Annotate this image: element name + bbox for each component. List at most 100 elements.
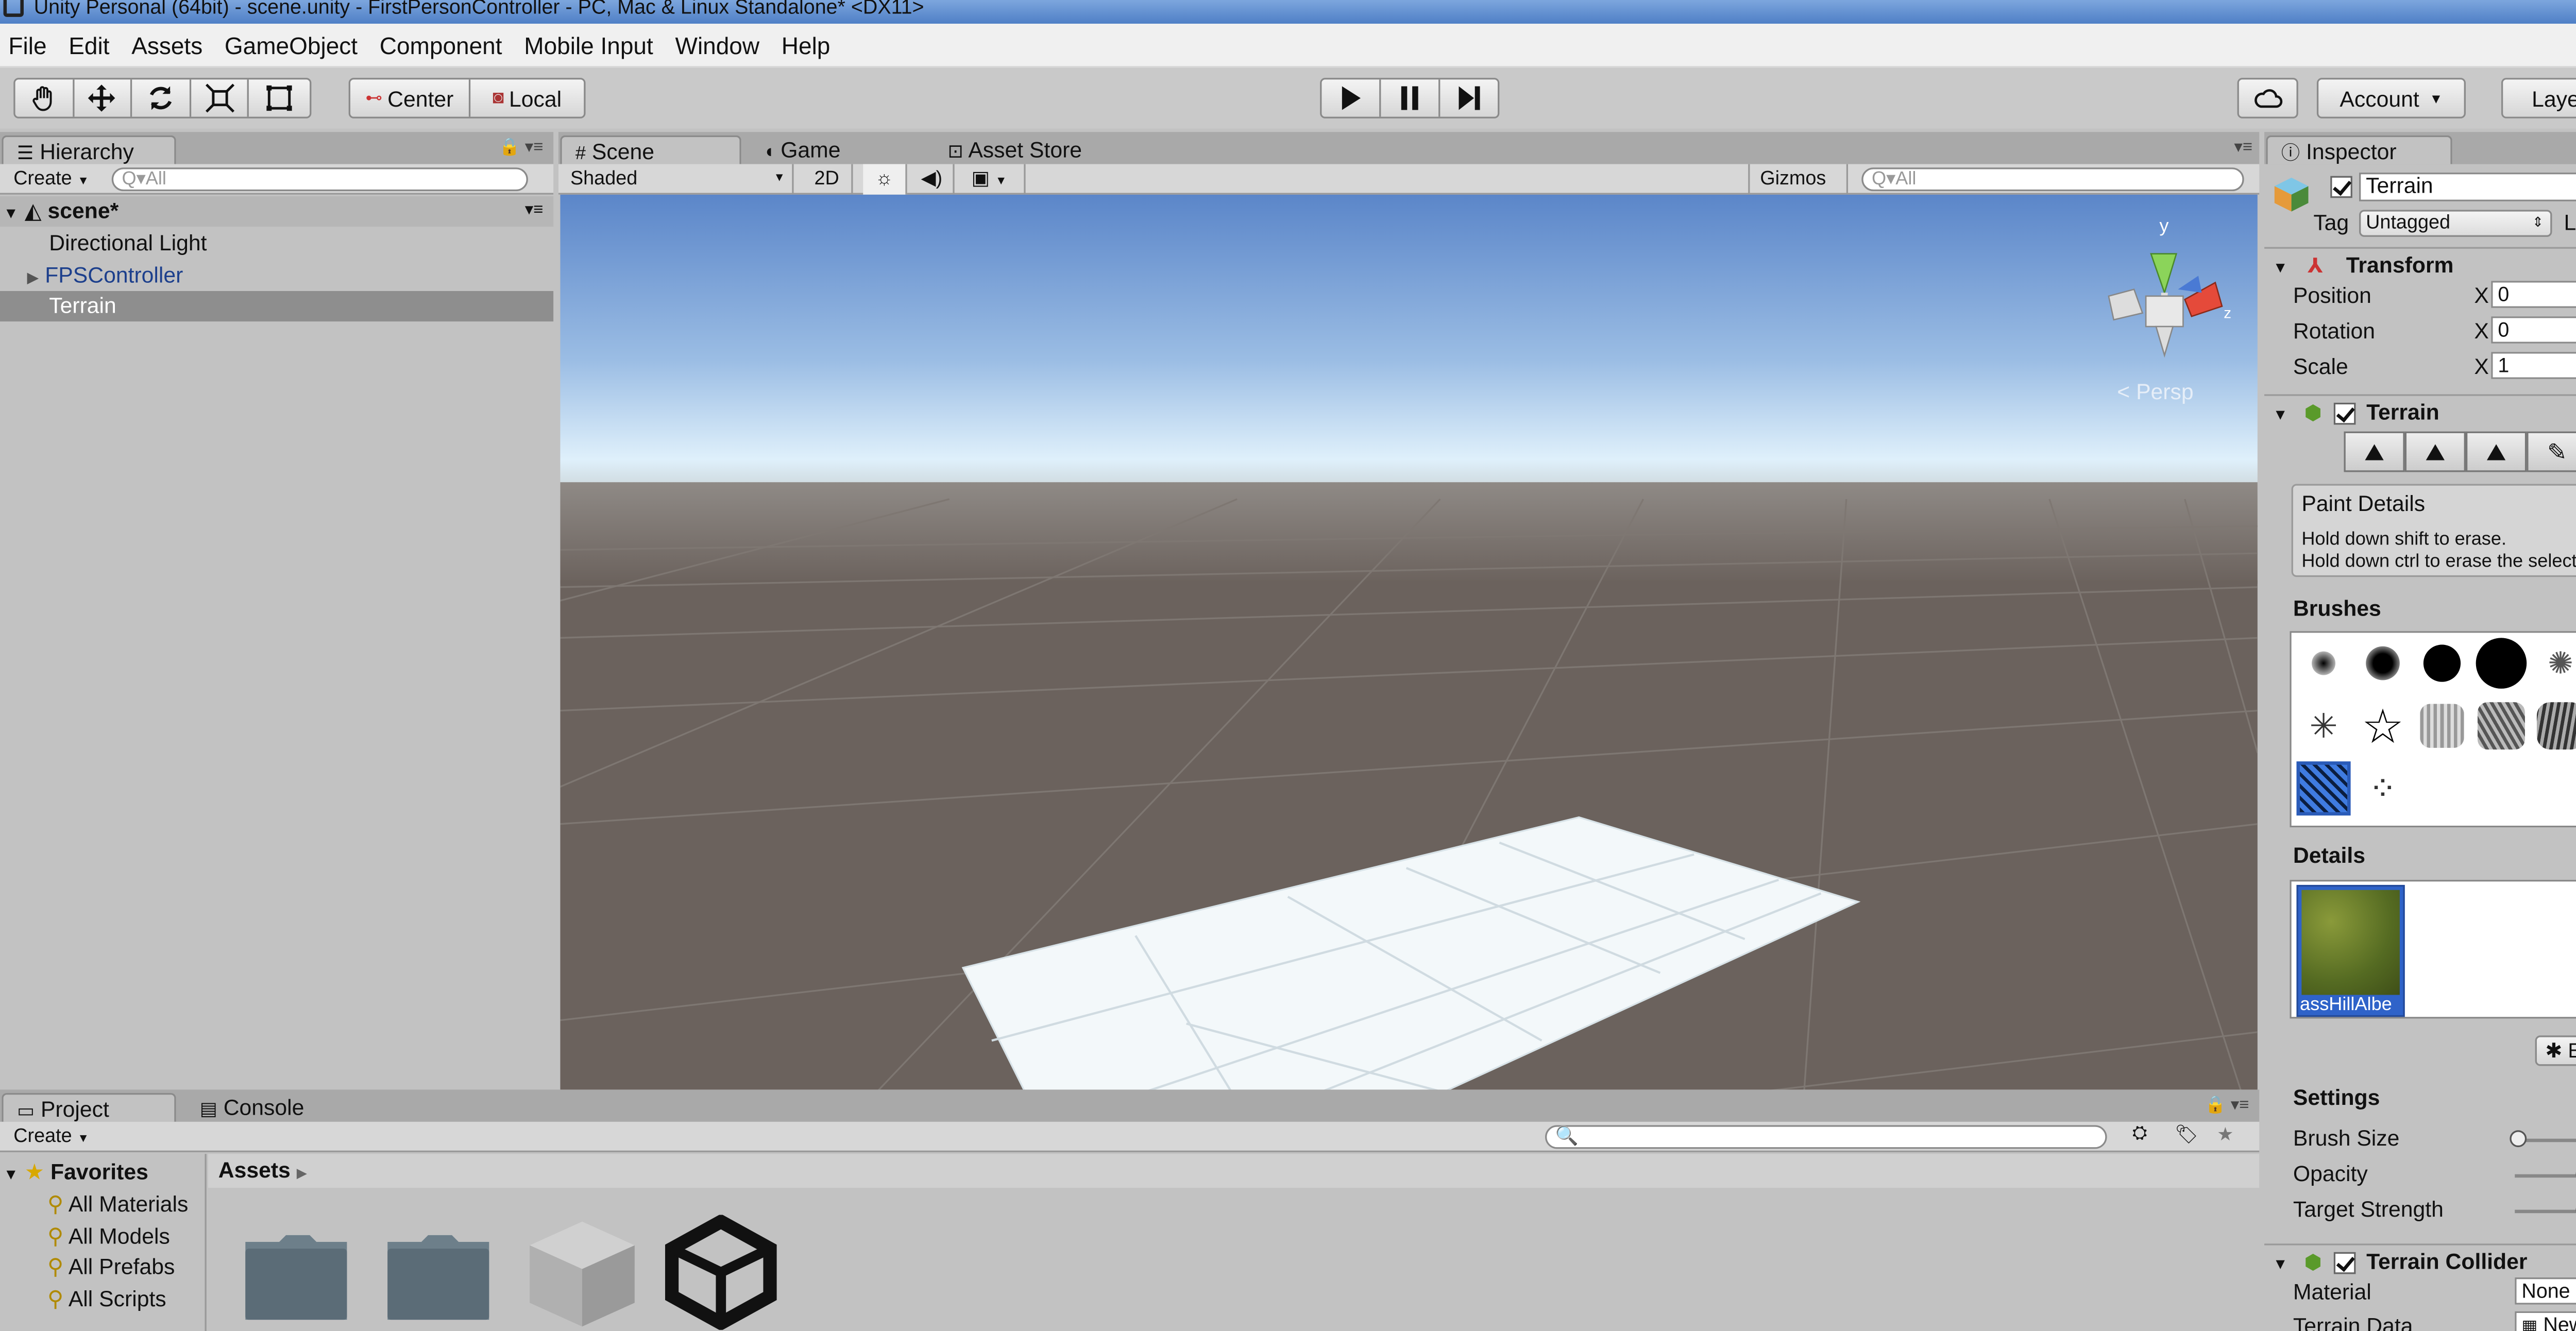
- hierarchy-create-button[interactable]: Create ▼: [7, 166, 96, 193]
- cloud-button[interactable]: [2237, 78, 2298, 118]
- gizmos-dropdown[interactable]: Gizmos ▼: [1748, 164, 1849, 218]
- collider-material-field[interactable]: None (Physi: [2515, 1277, 2576, 1305]
- brush-hard-medium[interactable]: [2415, 636, 2469, 690]
- brush-texture-2[interactable]: [2474, 699, 2528, 753]
- collider-terrain-data-field[interactable]: ▦ New Terra: [2515, 1311, 2576, 1331]
- pivot-local-toggle[interactable]: ◙ Local: [470, 79, 584, 116]
- hierarchy-search-input[interactable]: Q▾All: [111, 167, 528, 192]
- object-active-checkbox[interactable]: [2330, 176, 2352, 198]
- tag-dropdown[interactable]: Untagged ⇕: [2359, 210, 2552, 237]
- favorite-all-scripts[interactable]: ⚲ All Scripts: [47, 1284, 166, 1315]
- rotate-tool-button[interactable]: [132, 79, 191, 117]
- raise-lower-terrain-tool[interactable]: ⛰: [2344, 431, 2405, 472]
- brush-texture-1[interactable]: [2415, 699, 2469, 753]
- scene-render[interactable]: y z < Persp: [560, 194, 2258, 1211]
- shading-mode-dropdown[interactable]: Shaded ▼: [560, 164, 794, 195]
- rect-tool-button[interactable]: [249, 79, 310, 116]
- scene-audio-toggle[interactable]: ◀): [910, 164, 955, 195]
- tab-project[interactable]: ▭ Project: [2, 1093, 176, 1122]
- tab-console[interactable]: ▤ Console: [186, 1093, 317, 1122]
- menu-assets[interactable]: Assets: [123, 31, 216, 59]
- tab-hierarchy[interactable]: ☰ Hierarchy: [2, 135, 176, 164]
- favorites-header[interactable]: ▼ ★ Favorites: [4, 1157, 148, 1188]
- scene-tabbar: # Scene ◖ Game ⊡ Asset Store ▾≡: [558, 132, 2260, 164]
- favorite-all-prefabs[interactable]: ⚲ All Prefabs: [47, 1252, 175, 1283]
- favorite-all-materials[interactable]: ⚲ All Materials: [47, 1189, 188, 1220]
- brush-splatter[interactable]: ✺: [2533, 636, 2576, 690]
- mode-2d-toggle[interactable]: 2D: [802, 164, 853, 195]
- hand-tool-button[interactable]: [15, 79, 74, 117]
- smooth-height-tool[interactable]: ⛰: [2465, 431, 2527, 472]
- breadcrumb-assets[interactable]: Assets: [218, 1157, 291, 1183]
- search-by-type-icon[interactable]: ⛭: [2132, 1123, 2147, 1146]
- menu-edit[interactable]: Edit: [60, 31, 123, 59]
- paint-height-tool[interactable]: ⛰: [2404, 431, 2466, 472]
- move-tool-button[interactable]: [74, 79, 132, 117]
- menu-window[interactable]: Window: [667, 31, 773, 59]
- scene-options-icon[interactable]: ▾≡: [525, 196, 544, 227]
- scene-effects-dropdown[interactable]: ▣ ▼: [961, 164, 1026, 195]
- brush-burst[interactable]: ✳: [2296, 699, 2350, 753]
- opacity-slider-track[interactable]: [2515, 1174, 2576, 1178]
- brush-soft-small[interactable]: [2296, 636, 2350, 690]
- step-button[interactable]: [1439, 79, 1498, 116]
- sky-background: [560, 194, 2258, 496]
- asset-scene[interactable]: [665, 1214, 777, 1331]
- pause-button[interactable]: [1381, 79, 1440, 117]
- brush-scatter[interactable]: ⁘: [2355, 761, 2410, 815]
- asset-prefab[interactable]: [523, 1215, 641, 1331]
- detail-item-grass[interactable]: assHillAlbe: [2296, 884, 2405, 1017]
- hierarchy-item-fpscontroller[interactable]: ▶ FPSController: [0, 261, 553, 291]
- brush-hard-large[interactable]: [2474, 636, 2528, 690]
- panel-options-icon[interactable]: 🔒 ▾≡: [499, 139, 544, 157]
- asset-folder-1[interactable]: [242, 1232, 350, 1328]
- hierarchy-item-terrain[interactable]: Terrain: [0, 291, 554, 322]
- pivot-center-toggle[interactable]: ⊷ Center: [350, 79, 471, 117]
- panel-options-icon[interactable]: ▾≡: [2234, 139, 2252, 157]
- scene-viewport[interactable]: y z < Persp: [560, 194, 2258, 1211]
- menu-gameobject[interactable]: GameObject: [216, 31, 371, 59]
- favorite-all-models[interactable]: ⚲ All Models: [47, 1222, 170, 1252]
- scene-search-input[interactable]: Q▾All: [1861, 167, 2244, 192]
- tab-game[interactable]: ◖ Game: [750, 135, 854, 164]
- terrain-collider-component-header[interactable]: ▼ ⬢ Terrain Collider: [2264, 1243, 2576, 1277]
- project-create-button[interactable]: Create ▼: [7, 1123, 96, 1151]
- tab-inspector[interactable]: ⓘ Inspector: [2266, 135, 2452, 164]
- terrain-component-header[interactable]: ▼ ⬢ Terrain: [2264, 394, 2576, 428]
- hierarchy-item-directional-light[interactable]: Directional Light: [0, 228, 553, 259]
- transform-component-header[interactable]: ▼ ⅄ Transform: [2264, 247, 2576, 281]
- play-button[interactable]: [1321, 79, 1382, 117]
- terrain-collider-enabled-checkbox[interactable]: [2333, 1252, 2355, 1274]
- terrain-enabled-checkbox[interactable]: [2333, 402, 2355, 425]
- edit-details-button[interactable]: ✱ Edit Det: [2535, 1035, 2576, 1066]
- object-name-field[interactable]: Terrain: [2359, 173, 2576, 201]
- menu-component[interactable]: Component: [371, 31, 515, 59]
- brush-size-slider-thumb[interactable]: [2509, 1130, 2526, 1148]
- panel-options-icon[interactable]: 🔒 ▾≡: [2205, 1097, 2249, 1115]
- object-header: Terrain Tag Untagged ⇕ Layer: [2264, 169, 2576, 237]
- brush-soft-medium[interactable]: [2355, 636, 2410, 690]
- brush-selected[interactable]: [2296, 761, 2351, 816]
- account-dropdown[interactable]: Account ▼: [2316, 78, 2466, 118]
- layers-dropdown[interactable]: Layers ▼: [2501, 78, 2576, 118]
- tab-asset-store[interactable]: ⊡ Asset Store: [934, 135, 1095, 164]
- target-strength-slider-track[interactable]: [2515, 1209, 2576, 1214]
- project-search-input[interactable]: 🔍: [1545, 1125, 2107, 1149]
- brush-star[interactable]: ☆: [2355, 699, 2410, 753]
- asset-folder-2[interactable]: [384, 1232, 493, 1328]
- brush-texture-3[interactable]: [2533, 699, 2576, 753]
- scene-header-row[interactable]: ▼ ◭ scene* ▾≡: [0, 196, 554, 227]
- scale-tool-button[interactable]: [191, 79, 250, 117]
- scale-x-field[interactable]: 1: [2491, 352, 2576, 379]
- rotation-x-field[interactable]: 0: [2491, 316, 2576, 344]
- menu-mobile-input[interactable]: Mobile Input: [516, 31, 667, 59]
- search-by-label-icon[interactable]: 🏷: [2175, 1123, 2198, 1145]
- menu-file[interactable]: File: [0, 31, 60, 59]
- menu-help[interactable]: Help: [773, 31, 843, 59]
- favorite-star-icon[interactable]: ★: [2217, 1123, 2233, 1145]
- scene-lighting-toggle[interactable]: ☼: [863, 164, 907, 195]
- position-x-field[interactable]: 0: [2491, 281, 2576, 308]
- tab-scene[interactable]: # Scene: [560, 135, 741, 164]
- paint-texture-tool[interactable]: ✎: [2527, 431, 2576, 472]
- projection-label[interactable]: < Persp: [2117, 380, 2193, 404]
